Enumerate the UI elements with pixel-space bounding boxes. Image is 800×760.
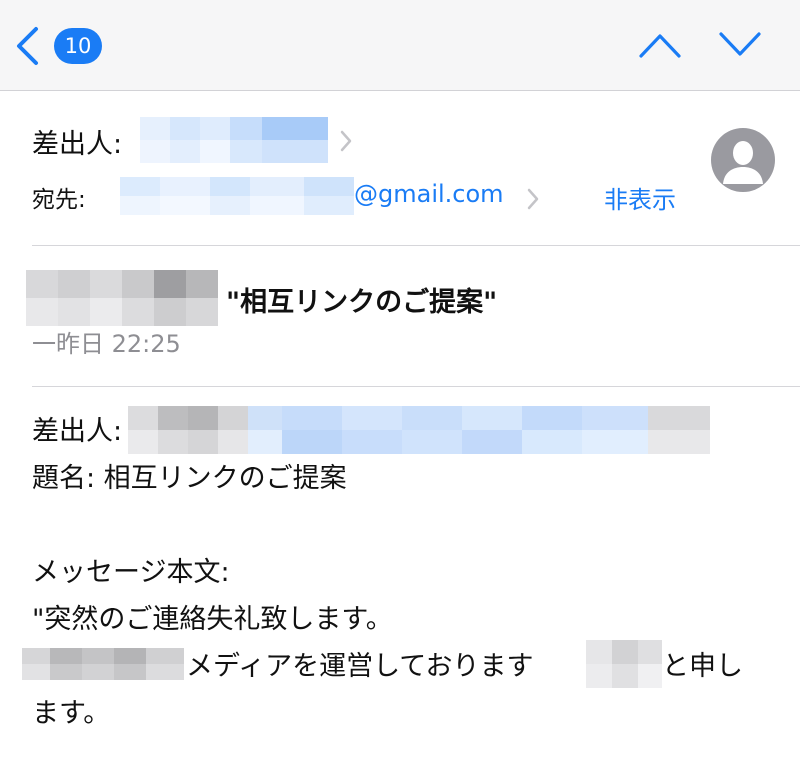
to-label: 宛先: — [32, 187, 86, 213]
subject-divider — [32, 386, 800, 387]
body-line-2-end: と申し — [662, 651, 743, 682]
media-name-redacted — [22, 648, 184, 680]
chevron-left-icon[interactable] — [14, 26, 40, 66]
hide-details-link[interactable]: 非表示 — [604, 180, 676, 215]
chevron-right-icon[interactable] — [340, 130, 352, 152]
body-sender-redacted — [128, 406, 710, 454]
chevron-right-icon[interactable] — [527, 188, 539, 210]
recipient-email-domain[interactable]: @gmail.com — [354, 180, 504, 208]
sender-avatar[interactable] — [711, 128, 775, 192]
body-line-1: "突然のご連絡失礼致します。 — [32, 604, 393, 635]
chevron-down-icon[interactable] — [718, 30, 762, 60]
recipient-address-redacted[interactable] — [120, 177, 354, 215]
message-date: 一昨日 22:25 — [32, 330, 181, 358]
body-line-3: ます。 — [32, 698, 111, 729]
unread-count-badge[interactable]: 10 — [54, 28, 102, 64]
body-message-label: メッセージ本文: — [32, 557, 230, 588]
person-silhouette-icon — [723, 141, 763, 184]
header-divider — [32, 245, 800, 246]
chevron-up-icon[interactable] — [638, 30, 682, 60]
person-name-redacted — [586, 640, 662, 688]
body-subject-line: 題名: 相互リンクのご提案 — [32, 463, 347, 494]
sender-company-redacted — [26, 270, 218, 326]
body-line-2-text: メディアを運営しております — [186, 651, 534, 682]
navigation-bar: 10 — [0, 0, 800, 91]
body-from-label: 差出人: — [32, 416, 123, 447]
sender-name-redacted[interactable] — [140, 117, 328, 163]
message-subject: "相互リンクのご提案" — [226, 287, 498, 318]
from-label: 差出人: — [32, 129, 123, 160]
